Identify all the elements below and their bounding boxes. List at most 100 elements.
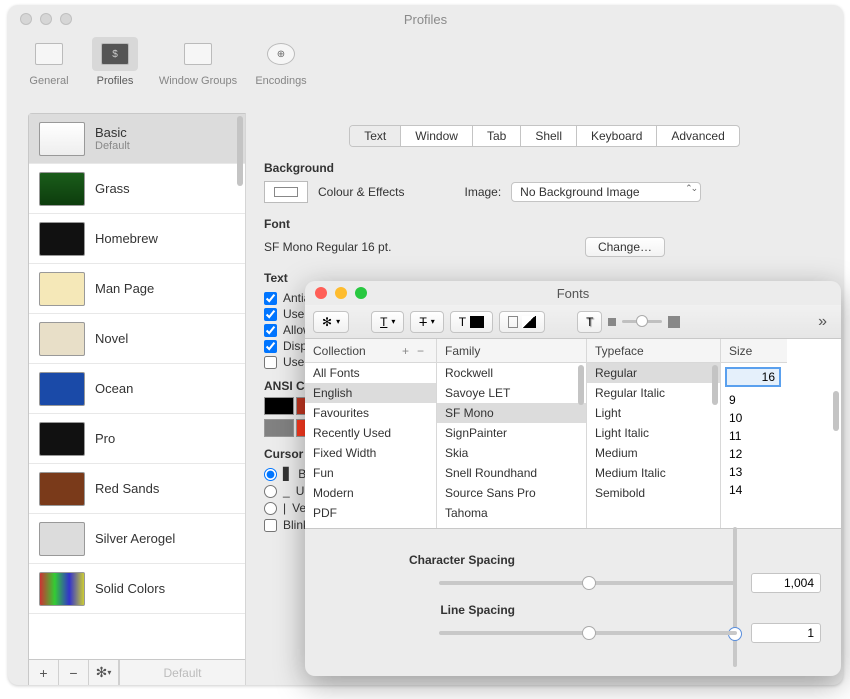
tab-window[interactable]: Window <box>401 126 473 146</box>
size-item[interactable]: 11 <box>721 427 787 445</box>
collection-item[interactable]: All Fonts <box>305 363 436 383</box>
text-shadow-button[interactable]: T <box>577 311 602 333</box>
family-item[interactable]: SF Mono <box>437 403 586 423</box>
profile-item-silver[interactable]: Silver Aerogel <box>29 514 245 564</box>
dot-small-icon <box>608 318 616 326</box>
minimize-icon[interactable] <box>335 287 347 299</box>
collection-item[interactable]: PDF <box>305 503 436 523</box>
document-color-button[interactable] <box>499 311 545 333</box>
collection-header: Collection <box>313 344 366 358</box>
line-spacing-value[interactable] <box>751 623 821 643</box>
shadow-opacity-slider[interactable] <box>608 316 680 328</box>
profile-list[interactable]: Basic Default Grass Homebrew Man Page No… <box>29 114 245 659</box>
typeface-item[interactable]: Semibold <box>587 483 720 503</box>
slider-thumb[interactable] <box>582 626 596 640</box>
profile-item-solid[interactable]: Solid Colors <box>29 564 245 614</box>
size-item[interactable]: 10 <box>721 409 787 427</box>
slider-thumb[interactable] <box>582 576 596 590</box>
underline-menu[interactable]: T▾ <box>371 311 404 333</box>
family-item[interactable]: Skia <box>437 443 586 463</box>
remove-collection-button[interactable]: − <box>413 344 428 358</box>
add-profile-button[interactable]: + <box>29 660 59 685</box>
ansi-bright-black[interactable] <box>264 419 294 437</box>
profile-item-novel[interactable]: Novel <box>29 314 245 364</box>
size-item[interactable]: 12 <box>721 445 787 463</box>
toolbar-item-window-groups[interactable]: Window Groups <box>152 33 244 87</box>
family-item[interactable]: Savoye LET <box>437 383 586 403</box>
background-image-popup[interactable]: No Background Image <box>511 182 701 202</box>
typeface-item[interactable]: Light Italic <box>587 423 720 443</box>
typeface-item[interactable]: Light <box>587 403 720 423</box>
char-spacing-slider[interactable] <box>439 581 737 585</box>
collection-item[interactable]: Fun <box>305 463 436 483</box>
font-action-menu[interactable]: ✻▾ <box>313 311 349 333</box>
scrollbar[interactable] <box>237 116 243 186</box>
profile-item-manpage[interactable]: Man Page <box>29 264 245 314</box>
expand-toolbar-button[interactable]: » <box>812 313 833 331</box>
tab-text[interactable]: Text <box>350 126 401 146</box>
profile-thumbnail <box>39 172 85 206</box>
typeface-item[interactable]: Regular <box>587 363 720 383</box>
scrollbar[interactable] <box>578 365 584 405</box>
close-icon[interactable] <box>20 13 32 25</box>
size-item[interactable]: 9 <box>721 391 787 409</box>
background-color-well[interactable] <box>264 181 308 203</box>
collection-item[interactable]: Modern <box>305 483 436 503</box>
profile-item-ocean[interactable]: Ocean <box>29 364 245 414</box>
collection-item[interactable]: Favourites <box>305 403 436 423</box>
profile-item-homebrew[interactable]: Homebrew <box>29 214 245 264</box>
zoom-icon[interactable] <box>60 13 72 25</box>
terminal-icon: $ <box>101 43 129 65</box>
toolbar-item-encodings[interactable]: ⊕ Encodings <box>252 33 310 87</box>
typeface-item[interactable]: Medium <box>587 443 720 463</box>
typeface-item[interactable]: Medium Italic <box>587 463 720 483</box>
char-spacing-value[interactable] <box>751 573 821 593</box>
add-collection-button[interactable]: + <box>398 344 413 358</box>
set-default-button[interactable]: Default <box>119 660 245 685</box>
change-font-button[interactable]: Change… <box>585 237 665 257</box>
family-item[interactable]: SignPainter <box>437 423 586 443</box>
size-item[interactable]: 14 <box>721 481 787 499</box>
tab-keyboard[interactable]: Keyboard <box>577 126 657 146</box>
typeface-list[interactable]: Regular Regular Italic Light Light Itali… <box>587 363 720 528</box>
zoom-icon[interactable] <box>355 287 367 299</box>
size-item[interactable]: 13 <box>721 463 787 481</box>
tab-shell[interactable]: Shell <box>521 126 577 146</box>
scrollbar[interactable] <box>833 391 839 431</box>
toolbar-item-general[interactable]: General <box>20 33 78 87</box>
profile-item-basic[interactable]: Basic Default <box>29 114 245 164</box>
profile-thumbnail <box>39 572 85 606</box>
size-input[interactable] <box>725 367 781 387</box>
family-item[interactable]: Tahoma <box>437 503 586 523</box>
size-list[interactable]: 9 10 11 12 13 14 <box>721 391 787 499</box>
family-list[interactable]: Rockwell Savoye LET SF Mono SignPainter … <box>437 363 586 528</box>
collection-list[interactable]: All Fonts English Favourites Recently Us… <box>305 363 436 528</box>
strikethrough-menu[interactable]: T▾ <box>410 311 443 333</box>
profile-item-redsands[interactable]: Red Sands <box>29 464 245 514</box>
remove-profile-button[interactable]: − <box>59 660 89 685</box>
size-column: Size 9 10 11 12 13 14 <box>721 339 841 528</box>
profile-thumbnail <box>39 372 85 406</box>
toolbar-item-profiles[interactable]: $ Profiles <box>86 33 144 87</box>
close-icon[interactable] <box>315 287 327 299</box>
line-spacing-slider[interactable] <box>439 631 737 635</box>
collection-item[interactable]: Recently Used <box>305 423 436 443</box>
profile-item-pro[interactable]: Pro <box>29 414 245 464</box>
collection-item[interactable]: Fixed Width <box>305 443 436 463</box>
family-item[interactable]: Snell Roundhand <box>437 463 586 483</box>
fonts-panel: Fonts ✻▾ T▾ T▾ T T » Collection+− All Fo… <box>305 281 841 676</box>
typeface-item[interactable]: Regular Italic <box>587 383 720 403</box>
text-color-button[interactable]: T <box>450 311 493 333</box>
scrollbar[interactable] <box>712 365 718 405</box>
tab-advanced[interactable]: Advanced <box>657 126 738 146</box>
collection-item[interactable]: English <box>305 383 436 403</box>
chevron-down-icon: ▾ <box>107 668 111 677</box>
image-label: Image: <box>464 185 501 199</box>
minimize-icon[interactable] <box>40 13 52 25</box>
profile-action-menu[interactable]: ✻▾ <box>89 660 119 685</box>
tab-tab[interactable]: Tab <box>473 126 521 146</box>
profile-item-grass[interactable]: Grass <box>29 164 245 214</box>
ansi-black[interactable] <box>264 397 294 415</box>
family-item[interactable]: Rockwell <box>437 363 586 383</box>
family-item[interactable]: Source Sans Pro <box>437 483 586 503</box>
